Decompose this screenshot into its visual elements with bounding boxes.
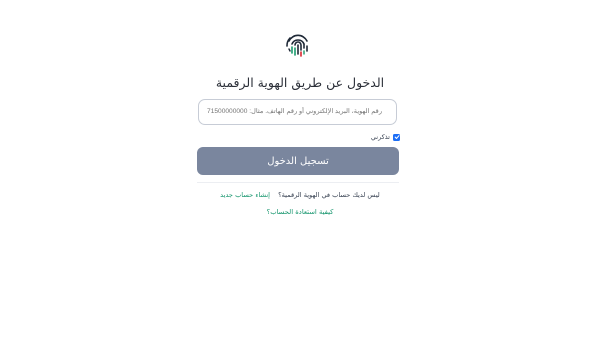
checkmark-icon xyxy=(394,135,399,139)
divider xyxy=(197,182,399,183)
fingerprint-logo-icon xyxy=(283,30,313,60)
remember-me-checkbox[interactable] xyxy=(393,133,400,141)
remember-me-label: تذكرني xyxy=(370,133,390,141)
identifier-input[interactable] xyxy=(198,99,397,125)
create-account-link[interactable]: إنشاء حساب جديد xyxy=(220,191,270,199)
page-title: الدخول عن طريق الهوية الرقمية xyxy=(215,75,385,90)
login-button[interactable]: تسجيل الدخول xyxy=(197,147,399,175)
signup-row: ليس لديك حساب في الهوية الرقمية؟ إنشاء ح… xyxy=(0,191,600,199)
remember-me[interactable]: تذكرني xyxy=(330,132,400,142)
recover-account-link[interactable]: كيفية استعادة الحساب؟ xyxy=(267,208,334,216)
no-account-text: ليس لديك حساب في الهوية الرقمية؟ xyxy=(278,191,380,199)
recover-row: كيفية استعادة الحساب؟ xyxy=(0,208,600,216)
